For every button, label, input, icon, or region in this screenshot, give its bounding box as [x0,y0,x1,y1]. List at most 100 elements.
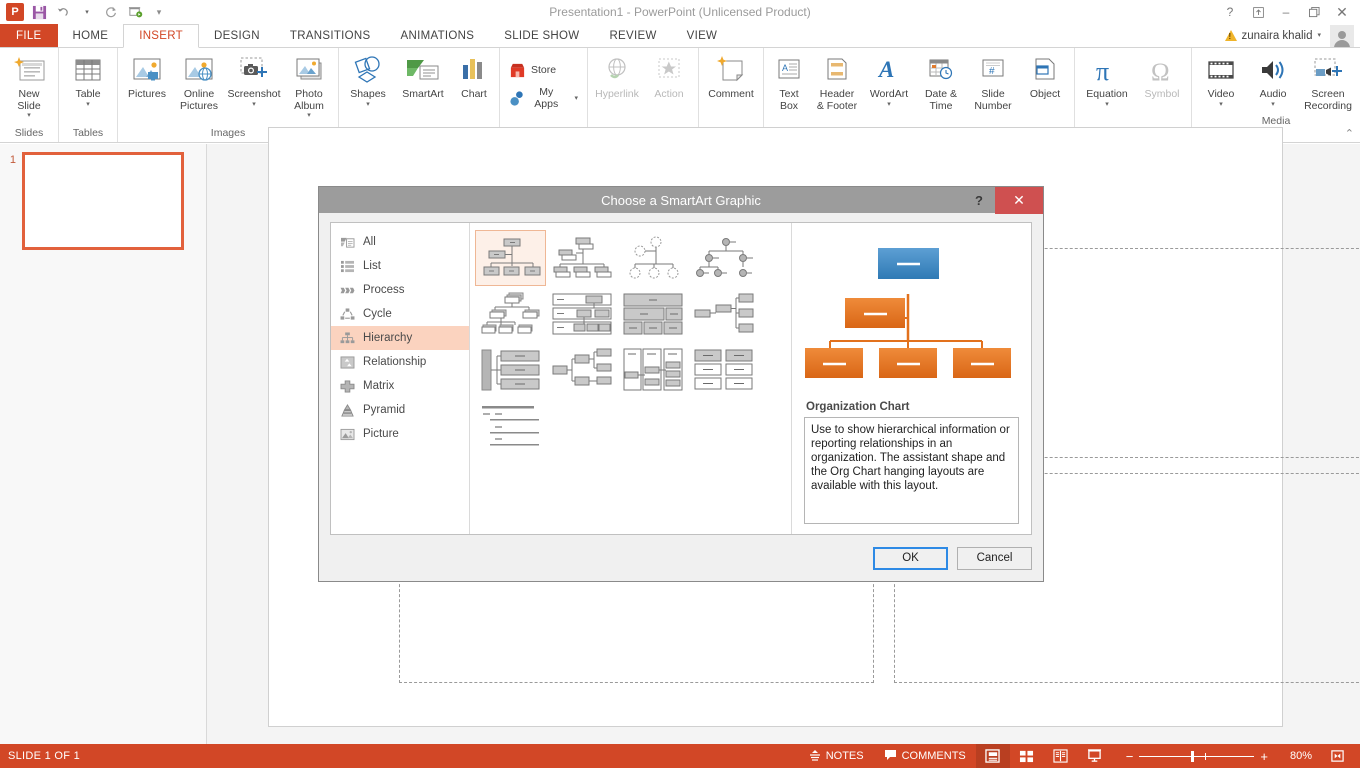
zoom-track[interactable] [1139,750,1255,762]
wordart-button[interactable]: A WordArt ▾ [863,50,915,111]
audio-button[interactable]: Audio ▾ [1247,50,1299,111]
gallery-item-name-and-title-organization-chart[interactable] [546,230,617,286]
undo-icon[interactable] [52,2,74,22]
store-button[interactable]: Store [503,58,562,83]
fit-to-window-button[interactable] [1320,744,1354,768]
smartart-gallery[interactable] [470,223,792,534]
category-item-process[interactable]: Process [331,278,469,302]
table-dropdown-icon[interactable]: ▾ [86,101,90,108]
gallery-item-table-hierarchy[interactable] [617,286,688,342]
normal-view-button[interactable] [975,744,1010,768]
tab-file[interactable]: FILE [0,24,58,47]
slide-number-button[interactable]: # Slide Number [967,50,1019,115]
tab-insert[interactable]: INSERT [123,24,199,48]
gallery-item-circle-picture-hierarchy[interactable] [617,230,688,286]
tab-animations[interactable]: ANIMATIONS [386,24,490,47]
category-item-cycle[interactable]: Cycle [331,302,469,326]
tab-home[interactable]: HOME [58,24,124,47]
dialog-close-icon[interactable]: ✕ [995,187,1043,214]
pictures-button[interactable]: Pictures [121,50,173,104]
equation-button[interactable]: π Equation ▾ [1078,50,1136,111]
account-dropdown-icon[interactable]: ▾ [1317,32,1321,39]
start-from-beginning-icon[interactable] [124,2,146,22]
object-button[interactable]: Object [1019,50,1071,104]
equation-dropdown-icon[interactable]: ▾ [1105,101,1109,108]
new-slide-dropdown-icon[interactable]: ▾ [27,112,31,119]
video-dropdown-icon[interactable]: ▾ [1219,101,1223,108]
photo-album-dropdown-icon[interactable]: ▾ [307,112,311,119]
gallery-item-architecture-layout[interactable] [688,342,759,398]
cancel-button[interactable]: Cancel [957,546,1032,570]
category-item-list[interactable]: List [331,254,469,278]
comment-button[interactable]: Comment [702,50,760,104]
screenshot-dropdown-icon[interactable]: ▾ [252,101,256,108]
restore-icon[interactable] [1300,1,1328,23]
new-slide-button[interactable]: New Slide ▾ [3,50,55,122]
symbol-button[interactable]: Ω Symbol [1136,50,1188,104]
gallery-item-horizontal-labeled-hierarchy[interactable] [617,342,688,398]
gallery-item-circle-process-hierarchy[interactable] [688,230,759,286]
tab-transitions[interactable]: TRANSITIONS [275,24,386,47]
category-item-relationship[interactable]: Relationship [331,350,469,374]
gallery-item-horizontal-organization-chart[interactable] [688,286,759,342]
tab-slide-show[interactable]: SLIDE SHOW [489,24,594,47]
slide-show-view-button[interactable] [1078,744,1112,768]
video-button[interactable]: Video ▾ [1195,50,1247,111]
dialog-help-icon[interactable]: ? [963,187,995,214]
category-item-picture[interactable]: Picture [331,422,469,446]
tab-review[interactable]: REVIEW [594,24,671,47]
close-icon[interactable]: ✕ [1328,1,1356,23]
screen-recording-button[interactable]: Screen Recording [1299,50,1357,115]
my-apps-dropdown-icon[interactable]: ▾ [574,95,578,102]
undo-dropdown-icon[interactable]: ▾ [76,2,98,22]
text-box-button[interactable]: A Text Box [767,50,811,115]
ok-button[interactable]: OK [873,546,948,570]
redo-icon[interactable] [100,2,122,22]
slide-sorter-view-button[interactable] [1010,744,1044,768]
table-button[interactable]: Table ▾ [62,50,114,111]
zoom-in-button[interactable]: + [1254,749,1274,764]
action-button[interactable]: Action [643,50,695,104]
slide-thumbnail-item[interactable]: 1 [0,144,206,258]
minimize-icon[interactable]: – [1272,1,1300,23]
shapes-button[interactable]: Shapes ▾ [342,50,394,111]
comments-button[interactable]: COMMENTS [874,744,976,768]
account-area[interactable]: zunaira khalid ▾ [1224,24,1360,47]
hyperlink-button[interactable]: Hyperlink [591,50,643,104]
smartart-button[interactable]: SmartArt [394,50,452,104]
save-icon[interactable] [28,2,50,22]
date-time-button[interactable]: Date & Time [915,50,967,115]
chart-button[interactable]: Chart [452,50,496,104]
header-footer-button[interactable]: Header & Footer [811,50,863,115]
zoom-percent-label[interactable]: 80% [1282,750,1320,762]
gallery-item-horizontal-multi-level-hierarchy[interactable] [475,342,546,398]
collapse-ribbon-icon[interactable]: ⌃ [1345,127,1354,140]
customize-quick-access-toolbar-icon[interactable]: ▾ [148,2,170,22]
slide-thumbnail-pane[interactable]: 1 [0,144,207,744]
wordart-dropdown-icon[interactable]: ▾ [887,101,891,108]
my-apps-button[interactable]: My Apps ▾ [503,83,584,114]
gallery-item-lined-list[interactable] [475,398,546,454]
tab-design[interactable]: DESIGN [199,24,275,47]
gallery-item-hierarchy[interactable] [475,286,546,342]
zoom-out-button[interactable]: − [1120,749,1140,764]
slide-thumbnail[interactable] [22,152,184,250]
notes-button[interactable]: NOTES [799,744,874,768]
photo-album-button[interactable]: Photo Album ▾ [283,50,335,122]
reading-view-button[interactable] [1044,744,1078,768]
category-item-all[interactable]: All [331,230,469,254]
help-icon[interactable]: ? [1216,1,1244,23]
pane-splitter[interactable] [207,144,212,744]
zoom-slider[interactable]: − + [1112,749,1282,764]
ribbon-display-options-icon[interactable] [1244,1,1272,23]
tab-view[interactable]: VIEW [672,24,733,47]
gallery-item-labeled-hierarchy[interactable] [546,286,617,342]
avatar[interactable] [1330,24,1354,47]
category-item-pyramid[interactable]: Pyramid [331,398,469,422]
screenshot-button[interactable]: Screenshot ▾ [225,50,283,111]
online-pictures-button[interactable]: Online Pictures [173,50,225,115]
zoom-handle[interactable] [1191,750,1195,762]
audio-dropdown-icon[interactable]: ▾ [1271,101,1275,108]
category-item-hierarchy[interactable]: Hierarchy [331,326,469,350]
category-item-matrix[interactable]: Matrix [331,374,469,398]
